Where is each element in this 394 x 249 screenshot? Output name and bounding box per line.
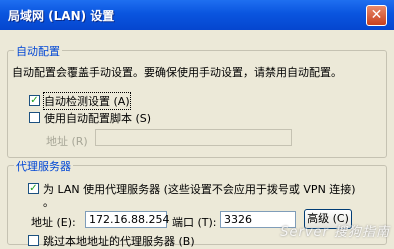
title-bar: 局域网 (LAN) 设置 ✕ [0, 0, 394, 30]
auto-config-legend: 自动配置 [14, 43, 62, 59]
use-script-label[interactable]: 使用自动配置脚本 (S) [44, 110, 151, 126]
use-proxy-checkbox[interactable]: ✓ [28, 183, 39, 194]
close-icon[interactable]: ✕ [366, 5, 387, 26]
watermark: Server 搜狗指南 [280, 225, 390, 240]
use-proxy-label-cont: 。 [43, 196, 54, 209]
script-address-label: 地址 (R) [46, 135, 88, 148]
proxy-legend: 代理服务器 [14, 158, 73, 174]
bypass-local-label[interactable]: 跳过本地地址的代理服务器 (B) [43, 233, 195, 249]
proxy-port-label: 端口 (T): [172, 216, 217, 229]
use-proxy-label[interactable]: 为 LAN 使用代理服务器 (这些设置不会应用于拨号或 VPN 连接) [43, 181, 356, 197]
auto-detect-checkbox[interactable]: ✓ [29, 95, 40, 106]
bypass-local-checkbox[interactable] [28, 235, 39, 246]
auto-config-description: 自动配置会覆盖手动设置。要确保使用手动设置，请禁用自动配置。 [12, 66, 342, 79]
auto-detect-label[interactable]: 自动检测设置 (A) [43, 92, 131, 110]
proxy-address-field[interactable]: 172.16.88.254 [85, 211, 169, 228]
window-title: 局域网 (LAN) 设置 [8, 9, 115, 23]
script-address-field[interactable] [95, 129, 292, 146]
use-script-checkbox[interactable] [29, 112, 40, 123]
proxy-address-label: 地址 (E): [31, 216, 76, 229]
